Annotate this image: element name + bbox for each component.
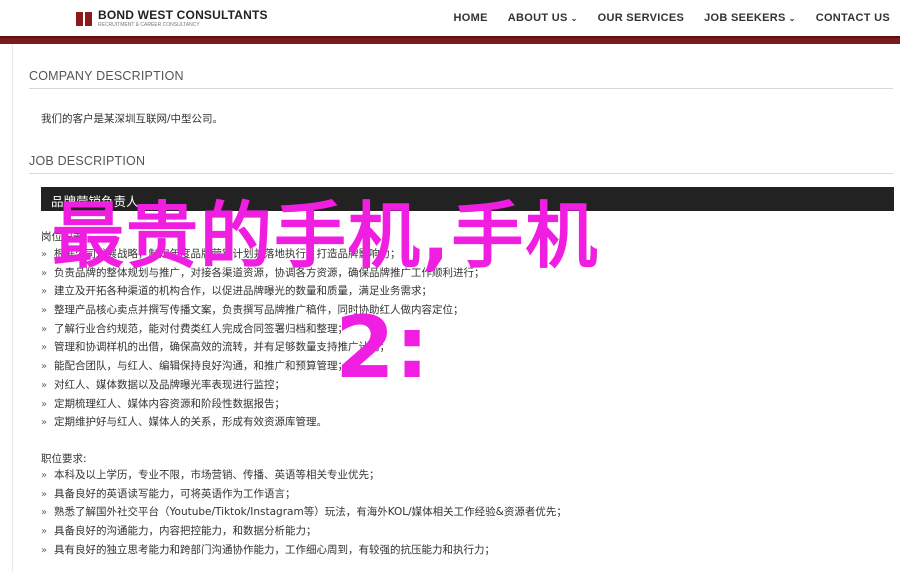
header-accent-bar bbox=[0, 36, 900, 44]
nav-about-us[interactable]: ABOUT US ⌄ bbox=[508, 12, 578, 24]
list-item: » 熟悉了解国外社交平台（Youtube/Tiktok/Instagram等）玩法… bbox=[41, 503, 567, 522]
bullet-icon: » bbox=[41, 286, 48, 298]
requirements-heading: 职位要求: bbox=[41, 453, 87, 465]
company-description-text: 我们的客户是某深圳互联网/中型公司。 bbox=[41, 113, 224, 125]
list-item: » 定期维护好与红人、媒体人的关系，形成有效资源库管理。 bbox=[41, 413, 485, 432]
logo-name: BOND WEST CONSULTANTS bbox=[98, 8, 268, 22]
bullet-icon: » bbox=[41, 267, 48, 279]
nav-job-seekers[interactable]: JOB SEEKERS ⌄ bbox=[704, 12, 796, 24]
nav-home[interactable]: HOME bbox=[454, 12, 488, 24]
bullet-icon: » bbox=[41, 398, 48, 410]
logo-mark-icon bbox=[76, 10, 94, 28]
bullet-icon: » bbox=[41, 342, 48, 354]
list-item: » 本科及以上学历，专业不限，市场营销、传播、英语等相关专业优先； bbox=[41, 466, 567, 485]
bullet-icon: » bbox=[41, 323, 48, 335]
bullet-icon: » bbox=[41, 305, 48, 317]
nav-our-services[interactable]: OUR SERVICES bbox=[598, 12, 685, 24]
bullet-icon: » bbox=[41, 544, 48, 556]
bullet-icon: » bbox=[41, 507, 48, 519]
list-item: » 具备良好的英语读写能力，可将英语作为工作语言； bbox=[41, 485, 567, 504]
logo-tagline: RECRUITMENT & CAREER CONSULTANCY bbox=[98, 22, 200, 28]
main-nav: HOME ABOUT US ⌄ OUR SERVICES JOB SEEKERS ⌄… bbox=[444, 0, 900, 36]
divider bbox=[29, 173, 893, 174]
list-item: » 具有良好的独立思考能力和跨部门沟通协作能力，工作细心周到，有较强的抗压能力和执… bbox=[41, 541, 567, 560]
site-logo[interactable]: BOND WEST CONSULTANTS RECRUITMENT & CARE… bbox=[76, 9, 268, 28]
company-description-title: COMPANY DESCRIPTION bbox=[29, 69, 184, 83]
chevron-down-icon: ⌄ bbox=[570, 14, 578, 23]
bullet-icon: » bbox=[41, 379, 48, 391]
bullet-icon: » bbox=[41, 488, 48, 500]
bullet-icon: » bbox=[41, 361, 48, 373]
bullet-icon: » bbox=[41, 417, 48, 429]
main-content: COMPANY DESCRIPTION 我们的客户是某深圳互联网/中型公司。 J… bbox=[12, 44, 900, 572]
requirements-list: » 本科及以上学历，专业不限，市场营销、传播、英语等相关专业优先； » 具备良好的英… bbox=[41, 466, 567, 559]
overlay-subline: 2: bbox=[335, 298, 430, 398]
divider bbox=[29, 88, 893, 89]
overlay-headline: 最贵的手机,手机 bbox=[52, 194, 600, 278]
bullet-icon: » bbox=[41, 470, 48, 481]
nav-contact-us[interactable]: CONTACT US bbox=[816, 12, 890, 24]
chevron-down-icon: ⌄ bbox=[788, 14, 796, 23]
bullet-icon: » bbox=[41, 526, 48, 538]
bullet-icon: » bbox=[41, 249, 48, 260]
job-description-title: JOB DESCRIPTION bbox=[29, 154, 146, 168]
list-item: » 具备良好的沟通能力，内容把控能力，和数据分析能力； bbox=[41, 522, 567, 541]
